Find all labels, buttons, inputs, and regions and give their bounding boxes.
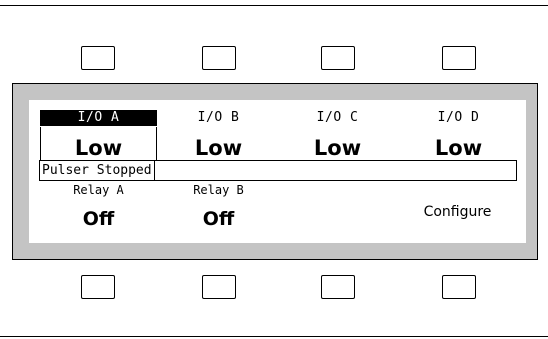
top-divider bbox=[0, 5, 548, 6]
softkey-bottom-2[interactable] bbox=[202, 275, 236, 299]
softkey-bottom-3[interactable] bbox=[321, 275, 355, 299]
softkey-top-4[interactable] bbox=[442, 46, 476, 70]
relay-a-label[interactable]: Relay A bbox=[40, 183, 157, 197]
io-c-label[interactable]: I/O C bbox=[279, 110, 396, 126]
io-b-value: Low bbox=[194, 136, 243, 160]
io-d-label[interactable]: I/O D bbox=[400, 110, 517, 126]
io-d-value: Low bbox=[434, 136, 483, 160]
io-b-label[interactable]: I/O B bbox=[160, 110, 277, 126]
pulser-status-bar: Pulser Stopped bbox=[39, 160, 517, 181]
softkey-top-1[interactable] bbox=[81, 46, 115, 70]
relay-a-value: Off bbox=[82, 208, 115, 230]
relay-b-label[interactable]: Relay B bbox=[160, 183, 277, 197]
bottom-divider bbox=[0, 336, 548, 337]
softkey-top-2[interactable] bbox=[202, 46, 236, 70]
softkey-bottom-4[interactable] bbox=[442, 275, 476, 299]
io-a-selection-frame bbox=[40, 127, 157, 160]
configure-option[interactable]: Configure bbox=[400, 203, 515, 221]
io-a-label[interactable]: I/O A bbox=[40, 110, 157, 126]
relay-b-value: Off bbox=[202, 208, 235, 230]
io-c-value: Low bbox=[313, 136, 362, 160]
softkey-top-3[interactable] bbox=[321, 46, 355, 70]
pulser-status-text: Pulser Stopped bbox=[40, 161, 155, 180]
softkey-bottom-1[interactable] bbox=[81, 275, 115, 299]
